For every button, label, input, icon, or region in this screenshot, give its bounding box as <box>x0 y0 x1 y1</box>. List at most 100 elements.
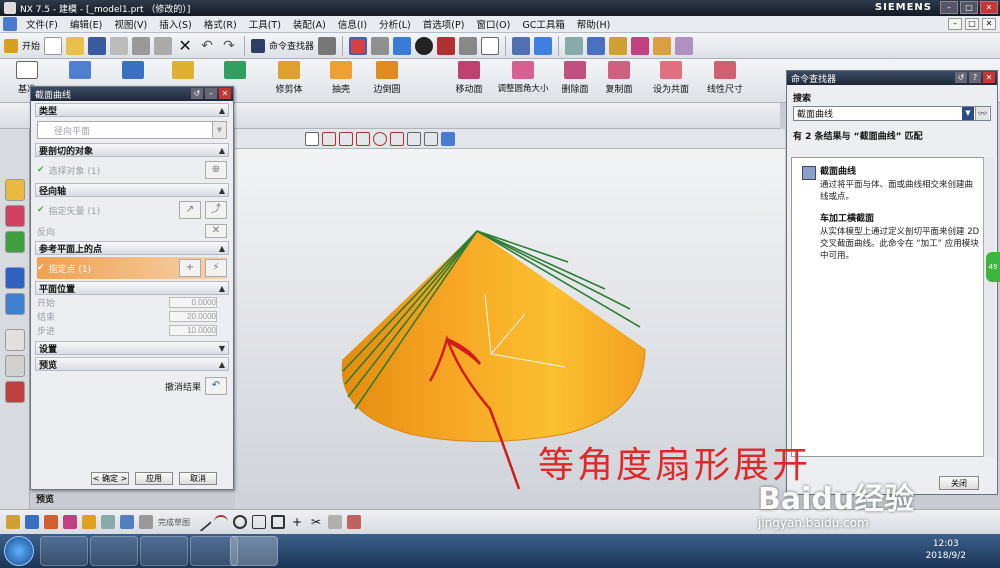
doc-close-button[interactable]: ✕ <box>982 18 996 30</box>
orient-icon[interactable] <box>534 36 553 55</box>
minimize-button[interactable]: – <box>940 1 958 14</box>
menu-gc-toolbox[interactable]: GC工具箱 <box>516 17 571 31</box>
copy-icon[interactable] <box>132 36 151 55</box>
paint-icon[interactable] <box>631 36 650 55</box>
ok-button[interactable]: < 确定 > <box>91 472 129 485</box>
finder-close-button[interactable]: 关闭 <box>939 476 979 490</box>
part-nav-icon[interactable] <box>4 231 25 253</box>
menu-help[interactable]: 帮助(H) <box>571 17 617 31</box>
end-input[interactable] <box>169 311 217 322</box>
analysis-icon[interactable] <box>587 36 606 55</box>
doc-restore-button[interactable]: □ <box>965 18 979 30</box>
vector-type-icon[interactable]: ⤴ <box>205 201 227 219</box>
snap-point-icon[interactable] <box>305 131 319 146</box>
reverse-row[interactable]: 反向 ✕ <box>37 223 227 239</box>
constraint-nav-icon[interactable] <box>4 205 25 227</box>
cone-tool[interactable] <box>55 61 105 82</box>
snap-quadrant-icon[interactable] <box>390 131 404 146</box>
fit-view-icon[interactable] <box>349 36 368 55</box>
vector-dialog-icon[interactable]: ↗ <box>179 201 201 219</box>
dialog-close-button[interactable]: ✕ <box>219 88 231 99</box>
linear-dimension-tool[interactable]: 线性尺寸 <box>700 61 750 95</box>
process-studio-icon[interactable] <box>4 381 25 403</box>
menu-view[interactable]: 视图(V) <box>108 17 153 31</box>
snap-icon[interactable] <box>609 36 628 55</box>
command-finder-icon[interactable] <box>251 38 266 53</box>
specify-vector-row[interactable]: ✔ 指定矢量 (1) ↗ ⤴ <box>37 199 227 221</box>
start-button[interactable]: 开始 <box>22 39 40 52</box>
search-input[interactable]: 截面曲线 ▼ 👓 <box>793 106 991 121</box>
delete-face-tool[interactable]: 删除面 <box>550 61 600 95</box>
plane-position-section-header[interactable]: 平面位置 ▲ <box>35 281 229 295</box>
wireframe-cube-icon[interactable] <box>459 36 478 55</box>
draft-icon[interactable] <box>675 36 694 55</box>
command-finder-button[interactable]: 命令查找器 <box>269 39 314 52</box>
result-item[interactable]: 截面曲线 通过将平面与体、面或曲线相交来创建曲线或点。 <box>802 164 980 203</box>
finish-sketch-icon[interactable] <box>139 515 153 529</box>
menu-info[interactable]: 信息(I) <box>332 17 373 31</box>
start-icon[interactable] <box>4 38 18 53</box>
point-type-icon[interactable]: ⚡ <box>205 259 227 277</box>
new-file-icon[interactable] <box>44 36 63 55</box>
edge-blend-tool[interactable]: 边倒圆 <box>362 61 412 95</box>
menu-edit[interactable]: 编辑(E) <box>64 17 108 31</box>
search-dropdown-icon[interactable]: ▼ <box>962 107 974 120</box>
shell-tool[interactable]: 抽壳 <box>316 61 366 95</box>
rectangle-icon[interactable] <box>271 515 285 529</box>
close-button[interactable]: ✕ <box>980 1 998 14</box>
relation-icon[interactable] <box>82 515 96 529</box>
reverse-direction-icon[interactable]: ✕ <box>205 224 227 238</box>
open-folder-icon[interactable] <box>66 36 85 55</box>
block-tool[interactable] <box>108 61 158 82</box>
layout-icon[interactable] <box>371 36 390 55</box>
history-icon[interactable] <box>4 329 25 351</box>
menu-window[interactable]: 窗口(O) <box>470 17 516 31</box>
cancel-button[interactable]: 取消 <box>179 472 217 485</box>
paste-icon[interactable] <box>154 36 173 55</box>
taskbar-nx-app[interactable] <box>230 536 278 566</box>
objects-section-header[interactable]: 要剖切的对象 ▲ <box>35 143 229 157</box>
select-icon[interactable] <box>6 515 20 529</box>
menu-file[interactable]: 文件(F) <box>20 17 64 31</box>
background-icon[interactable] <box>481 36 500 55</box>
maximize-button[interactable]: □ <box>960 1 978 14</box>
snap-midpoint-icon[interactable] <box>339 131 353 146</box>
assembly-nav-icon[interactable] <box>4 179 25 201</box>
constraint-icon[interactable] <box>44 515 58 529</box>
snap-center-icon[interactable] <box>373 131 387 146</box>
move-face-tool[interactable]: 移动面 <box>444 61 494 95</box>
line-icon[interactable] <box>192 512 212 532</box>
select-object-row[interactable]: ✔ 选择对象 (1) ⊕ <box>37 159 227 181</box>
undo-result-icon[interactable]: ↶ <box>205 377 227 395</box>
extrude-tool[interactable] <box>158 61 208 82</box>
system-clock[interactable]: 12:03 2018/9/2 <box>926 538 966 562</box>
undo-icon[interactable]: ↶ <box>198 37 216 55</box>
snap-filter-icon[interactable] <box>25 515 39 529</box>
hole-tool[interactable] <box>210 61 260 82</box>
step-input[interactable] <box>169 325 217 336</box>
axis-section-header[interactable]: 径向轴 ▲ <box>35 183 229 197</box>
csys-icon[interactable] <box>512 36 531 55</box>
point-icon[interactable]: + <box>290 515 304 529</box>
results-scrollbar[interactable] <box>983 157 995 457</box>
dimension-icon[interactable] <box>63 515 77 529</box>
snap-intersect-icon[interactable] <box>407 131 421 146</box>
resize-blend-tool[interactable]: 调整圆角大小 <box>497 61 549 94</box>
taskbar-app-3[interactable] <box>140 536 188 566</box>
finish-sketch-label[interactable]: 完成草图 <box>158 517 190 528</box>
side-tab[interactable]: 49 <box>986 252 1000 282</box>
finder-help-button[interactable]: ? <box>969 72 981 83</box>
snap-face-icon[interactable] <box>424 131 438 146</box>
menu-tools[interactable]: 工具(T) <box>243 17 287 31</box>
delete-icon[interactable]: ✕ <box>176 36 194 55</box>
result-item[interactable]: 车加工横截面 从实体模型上通过定义剖切平面来创建 2D 交叉截面曲线。此命令在 … <box>802 211 980 262</box>
selection-icon[interactable] <box>318 36 337 55</box>
doc-minimize-button[interactable]: – <box>948 18 962 30</box>
menu-analysis[interactable]: 分析(L) <box>373 17 417 31</box>
start-orb-icon[interactable] <box>4 536 34 566</box>
taskbar-app-1[interactable] <box>40 536 88 566</box>
trim-icon[interactable]: ✂ <box>309 515 323 529</box>
cut-icon[interactable] <box>110 36 129 55</box>
redo-icon[interactable]: ↷ <box>220 37 238 55</box>
menu-assembly[interactable]: 装配(A) <box>287 17 332 31</box>
